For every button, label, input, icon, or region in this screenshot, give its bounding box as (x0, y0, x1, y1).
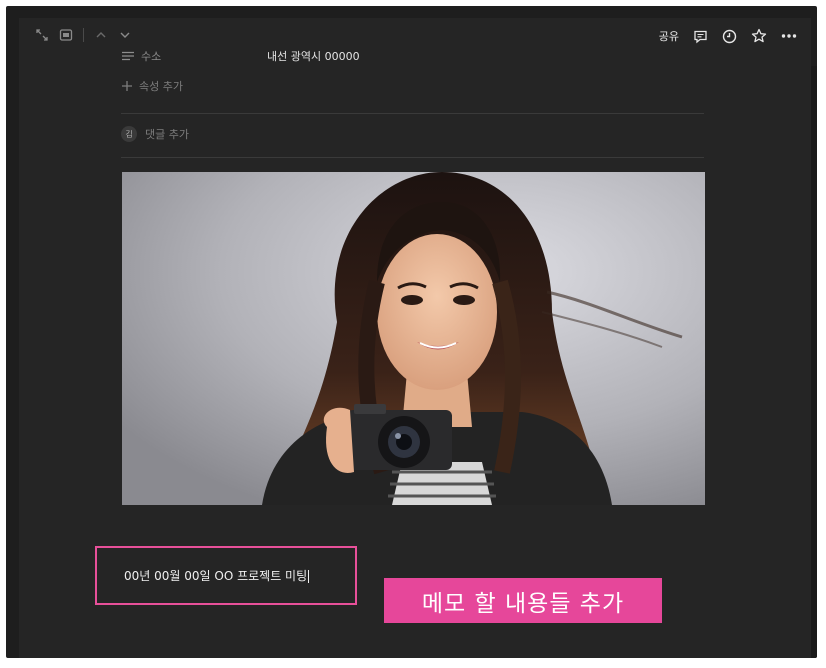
memo-text[interactable]: 00년 00월 00일 OO 프로젝트 미팅 (124, 569, 307, 583)
toolbar-left (35, 28, 132, 42)
divider (121, 157, 704, 158)
plus-icon (122, 81, 132, 91)
share-button[interactable]: 공유 (659, 28, 679, 44)
add-property-label: 속성 추가 (139, 80, 183, 93)
comment-placeholder[interactable]: 댓글 추가 (145, 126, 189, 142)
text-lines-icon (122, 51, 134, 61)
toolbar-right: 공유 (659, 28, 797, 44)
annotation-callout: 메모 할 내용들 추가 (384, 578, 662, 623)
memo-text-block[interactable]: 00년 00월 00일 OO 프로젝트 미팅 (124, 567, 310, 584)
property-row-address[interactable]: 수소 내선 광역시 00000 (121, 48, 360, 64)
embedded-photo (122, 172, 705, 505)
add-comment-row[interactable]: 김 댓글 추가 (121, 126, 189, 142)
page-icon[interactable] (59, 28, 73, 42)
property-value[interactable]: 내선 광역시 00000 (267, 48, 360, 64)
clock-icon[interactable] (722, 29, 737, 44)
chevron-down-icon[interactable] (118, 28, 132, 42)
chevron-up-icon[interactable] (94, 28, 108, 42)
property-label: 수소 (141, 50, 162, 63)
right-edge-panel (811, 66, 817, 658)
text-cursor (308, 570, 310, 583)
more-icon[interactable] (781, 33, 797, 39)
avatar: 김 (121, 126, 137, 142)
toolbar-divider (83, 28, 84, 42)
expand-icon[interactable] (35, 28, 49, 42)
divider (121, 113, 704, 114)
star-icon[interactable] (751, 28, 767, 44)
comment-icon[interactable] (693, 29, 708, 44)
portrait-image (122, 172, 705, 505)
property-name: 수소 (121, 48, 267, 64)
add-property-button[interactable]: 속성 추가 (121, 78, 183, 94)
